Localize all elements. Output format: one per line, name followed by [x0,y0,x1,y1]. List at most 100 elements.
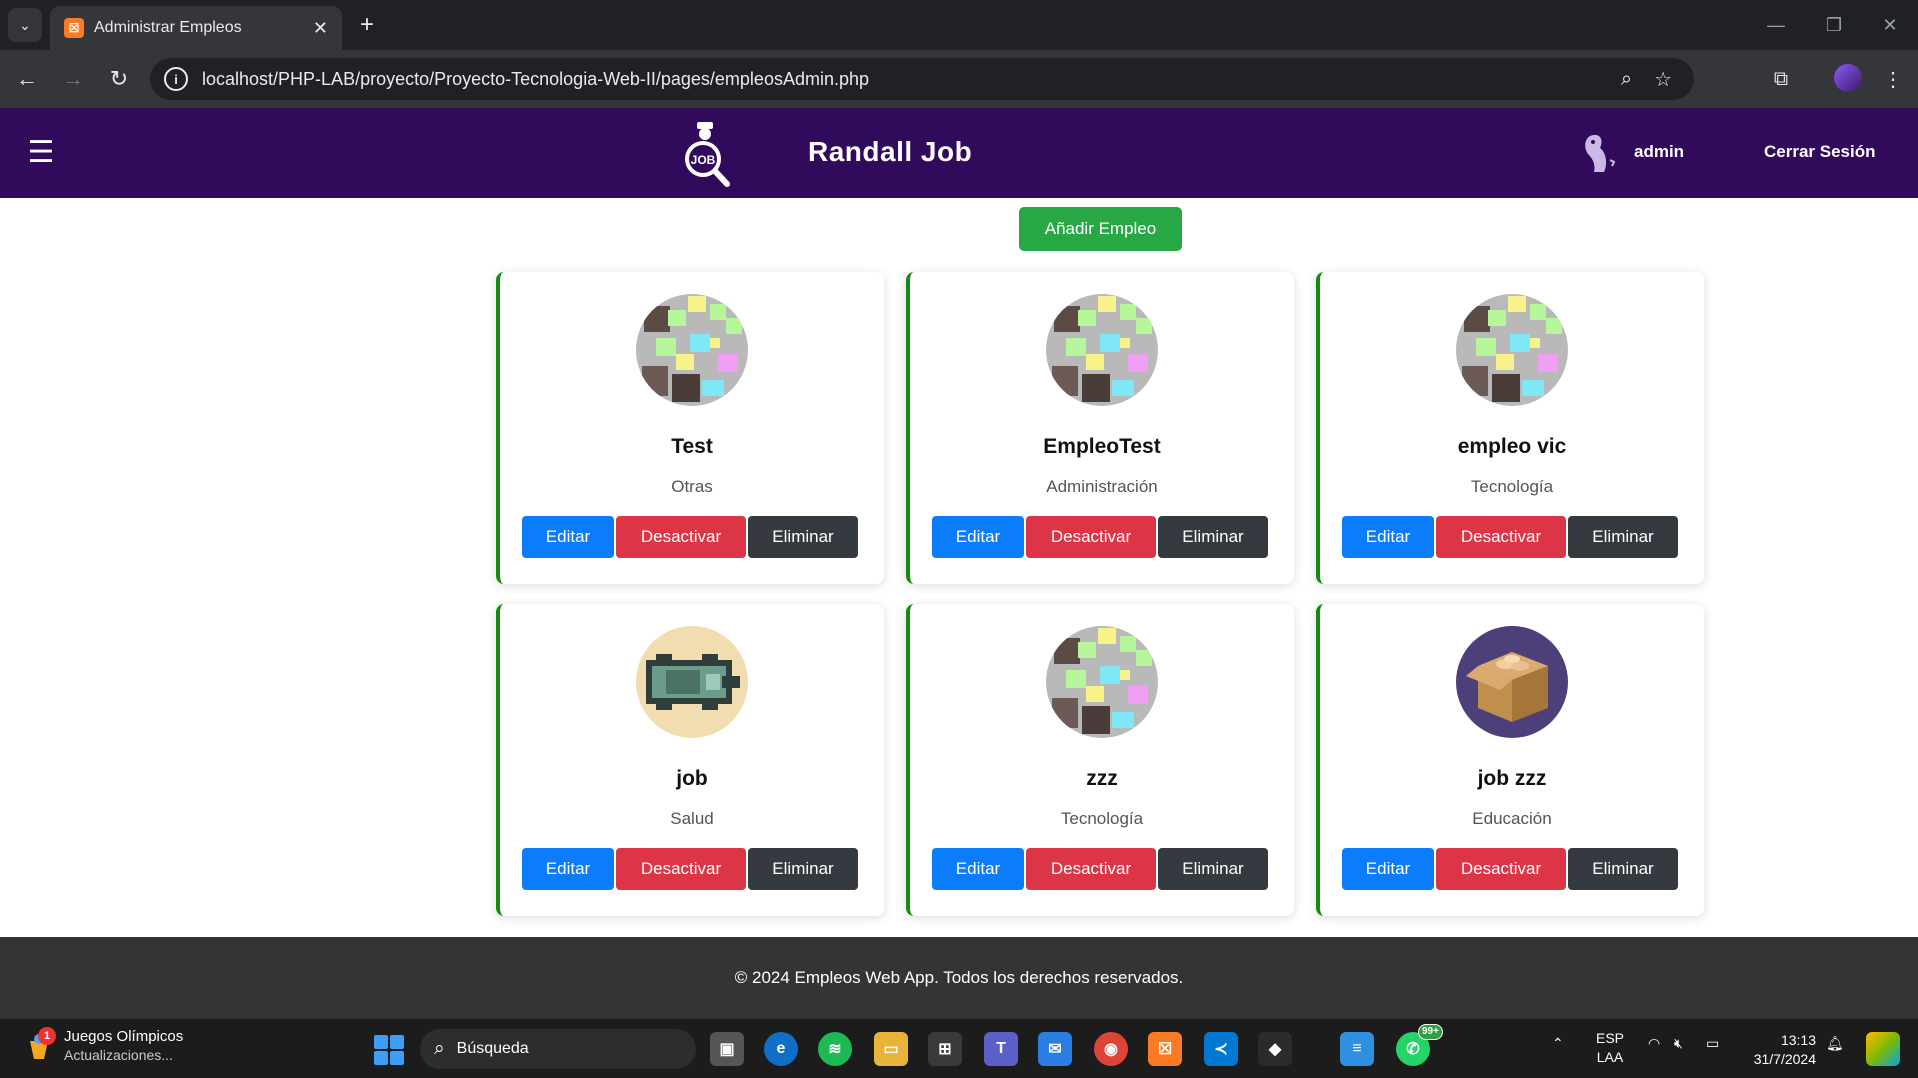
job-image-cardboard-box [1456,626,1568,738]
page-footer: © 2024 Empleos Web App. Todos los derech… [0,937,1918,1018]
xampp-icon[interactable]: ☒ [1148,1032,1182,1066]
teams-icon[interactable]: T [984,1032,1018,1066]
copyright-text: © 2024 Empleos Web App. Todos los derech… [734,967,1184,987]
edit-button[interactable]: Editar [1342,848,1434,890]
tab-search-chevron-icon[interactable]: ⌄ [8,8,42,42]
site-info-icon[interactable]: i [164,67,188,91]
chrome-icon[interactable]: ◉ [1094,1032,1128,1066]
edit-button[interactable]: Editar [932,516,1024,558]
reload-icon[interactable]: ↻ [104,64,134,94]
delete-button[interactable]: Eliminar [748,516,858,558]
brand-name[interactable]: Randall Job [808,136,972,168]
clock-date: 31/7/2024 [1753,1051,1816,1067]
job-title: empleo vic [1457,435,1567,458]
hamburger-menu-icon[interactable]: ☰ [26,136,56,170]
extensions-icon[interactable]: ⧉ [1766,64,1796,94]
user-avatar[interactable] [1576,130,1622,176]
wifi-icon[interactable]: ◠ [1648,1035,1660,1052]
system-clock[interactable]: 13:13 31/7/2024 [1740,1031,1816,1069]
job-title: zzz [1086,767,1118,790]
battery-icon[interactable]: ▭ [1706,1035,1719,1052]
job-category: Tecnología [1060,809,1144,828]
tray-overflow-icon[interactable]: ⌃ [1552,1035,1564,1052]
job-card: job Salud Editar Desactivar Eliminar [496,604,884,916]
url-text[interactable]: localhost/PHP-LAB/proyecto/Proyecto-Tecn… [202,69,1621,90]
edit-button[interactable]: Editar [932,848,1024,890]
app-navbar: ☰ JOB Randall Job admin Cerrar Sesión [0,108,1918,198]
volume-muted-icon[interactable]: 🔇︎ [1674,1035,1683,1052]
language-code: ESP [1596,1030,1625,1046]
back-icon[interactable]: ← [12,64,42,94]
tab-close-icon[interactable]: ✕ [313,18,328,39]
job-image-sticky-notes [636,294,748,406]
notepad-icon[interactable]: ≡ [1340,1032,1374,1066]
delete-button[interactable]: Eliminar [748,848,858,890]
edit-button[interactable]: Editar [1342,516,1434,558]
bookmark-star-icon[interactable]: ☆ [1654,67,1672,92]
job-search-logo-icon[interactable]: JOB [682,118,732,188]
delete-button[interactable]: Eliminar [1158,516,1268,558]
job-card: empleo vic Tecnología Editar Desactivar … [1316,272,1704,584]
edge-icon[interactable]: e [764,1032,798,1066]
delete-button[interactable]: Eliminar [1568,516,1678,558]
add-job-button[interactable]: Añadir Empleo [1019,207,1182,251]
deactivate-button[interactable]: Desactivar [1436,848,1566,890]
edit-button[interactable]: Editar [522,848,614,890]
task-view-icon[interactable]: ▣ [710,1032,744,1066]
forward-icon[interactable]: → [58,64,88,94]
job-title: job [676,767,708,790]
browser-menu-icon[interactable]: ⋮ [1878,64,1908,94]
deactivate-button[interactable]: Desactivar [1436,516,1566,558]
copilot-icon[interactable] [1866,1032,1900,1066]
search-icon: ⌕ [434,1038,445,1059]
job-card: zzz Tecnología Editar Desactivar Elimina… [906,604,1294,916]
spotify-icon[interactable]: ≋ [818,1032,852,1066]
browser-tabstrip: ⌄ ☒ Administrar Empleos ✕ + — ❐ ✕ [0,0,1918,50]
language-indicator[interactable]: ESP LAA [1596,1029,1624,1067]
job-title: EmpleoTest [1043,435,1161,458]
clock-time: 13:13 [1780,1032,1816,1048]
zoom-icon[interactable]: ⌕ [1621,68,1632,91]
restore-icon[interactable]: ❐ [1814,10,1854,40]
user-name[interactable]: admin [1634,142,1684,162]
minimize-icon[interactable]: — [1756,10,1796,40]
edit-button[interactable]: Editar [522,516,614,558]
taskbar-search[interactable]: ⌕ Búsqueda [420,1029,696,1069]
close-window-icon[interactable]: ✕ [1870,10,1910,40]
job-image-sticky-notes [1046,626,1158,738]
xampp-favicon-icon: ☒ [64,18,84,38]
browser-tab[interactable]: ☒ Administrar Empleos ✕ [50,6,342,50]
git-icon[interactable]: ◆ [1258,1032,1292,1066]
whatsapp-icon[interactable]: ✆ 99+ [1396,1024,1443,1066]
tab-title: Administrar Empleos [94,19,242,36]
deactivate-button[interactable]: Desactivar [1026,516,1156,558]
microsoft-store-icon[interactable]: ⊞ [928,1032,962,1066]
job-category: Educación [1472,809,1552,828]
news-widget[interactable]: 1 Juegos Olímpicos Actualizaciones... [26,1027,183,1065]
job-title: Test [671,435,713,458]
address-bar[interactable]: i localhost/PHP-LAB/proyecto/Proyecto-Te… [150,58,1694,100]
job-category: Tecnología [1470,477,1554,496]
job-category: Salud [670,809,714,828]
logo-text: JOB [691,153,716,167]
delete-button[interactable]: Eliminar [1158,848,1268,890]
deactivate-button[interactable]: Desactivar [616,848,746,890]
file-explorer-icon[interactable]: ▭ [874,1032,908,1066]
browser-toolbar: ← → ↻ i localhost/PHP-LAB/proyecto/Proye… [0,50,1918,108]
windows-start-icon[interactable] [374,1035,404,1065]
new-tab-icon[interactable]: + [352,10,382,40]
mail-icon[interactable]: ✉ [1038,1032,1072,1066]
deactivate-button[interactable]: Desactivar [616,516,746,558]
job-image-sticky-notes [1046,294,1158,406]
delete-button[interactable]: Eliminar [1568,848,1678,890]
deactivate-button[interactable]: Desactivar [1026,848,1156,890]
profile-avatar[interactable] [1834,64,1862,92]
news-subtitle: Actualizaciones... [64,1047,173,1063]
news-badge: 1 [38,1027,56,1045]
notifications-bell-icon[interactable]: 🔔︎ [1826,1035,1844,1052]
whatsapp-badge: 99+ [1418,1024,1443,1040]
vscode-icon[interactable]: ≺ [1204,1032,1238,1066]
logout-link[interactable]: Cerrar Sesión [1764,142,1876,162]
job-title: job zzz [1477,767,1547,790]
job-image-sticky-notes [1456,294,1568,406]
